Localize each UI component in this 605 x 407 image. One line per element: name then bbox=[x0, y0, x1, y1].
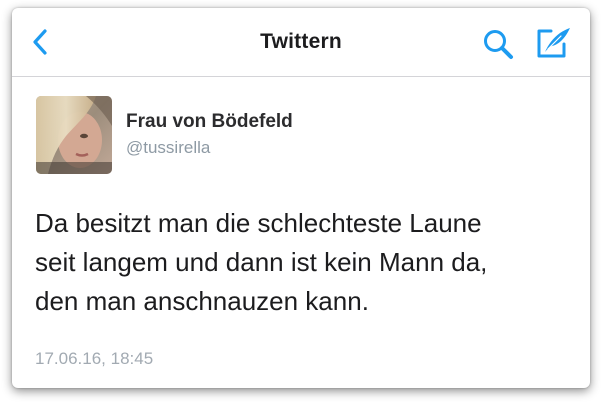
tweet-screen: Twittern Frau von Bödefeld @tussirella D… bbox=[12, 8, 590, 388]
tweet-timestamp: 17.06.16, 18:45 bbox=[35, 349, 154, 368]
author-handle[interactable]: @tussirella bbox=[126, 138, 210, 158]
avatar-photo-icon bbox=[36, 96, 112, 174]
search-button[interactable] bbox=[482, 28, 516, 62]
avatar[interactable] bbox=[36, 96, 112, 174]
author-name[interactable]: Frau von Bödefeld bbox=[126, 111, 293, 133]
search-icon bbox=[484, 30, 513, 59]
tweet-text: Da besitzt man die schlechteste Laune se… bbox=[35, 208, 488, 316]
compose-tweet-button[interactable] bbox=[534, 25, 572, 61]
navigation-bar: Twittern bbox=[12, 8, 590, 77]
compose-tweet-icon bbox=[537, 28, 570, 58]
